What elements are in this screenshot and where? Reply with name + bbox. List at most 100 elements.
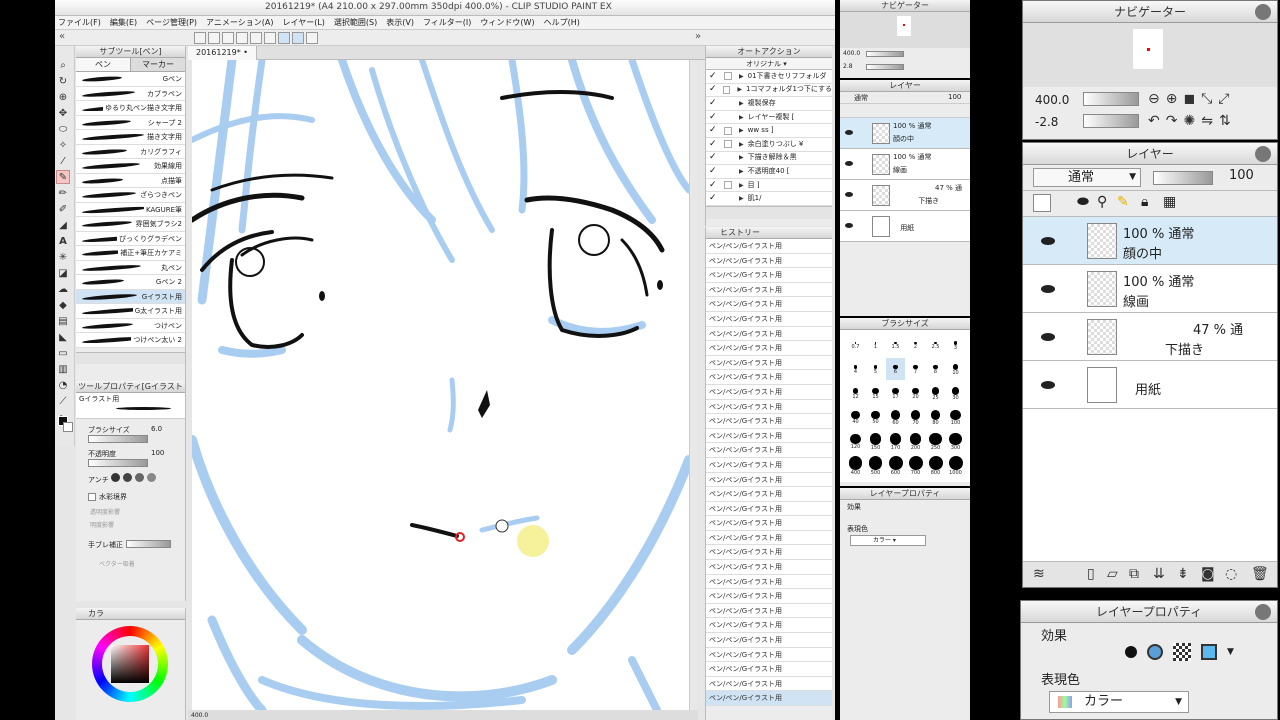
redo-icon[interactable]: [208, 32, 220, 44]
visibility-eye-icon[interactable]: [845, 222, 853, 228]
clear-layer-icon[interactable]: ◌: [1225, 566, 1237, 582]
brush-item[interactable]: 効果線用: [76, 159, 185, 174]
brush-size-cell[interactable]: 30: [946, 382, 965, 404]
check-icon[interactable]: ✓: [709, 85, 717, 94]
color-square[interactable]: [111, 645, 149, 683]
tab-marker[interactable]: マーカー: [131, 58, 185, 71]
layer-row[interactable]: 100 % 通常 線画: [840, 149, 970, 180]
dialog-toggle-icon[interactable]: [724, 140, 732, 149]
menu-item[interactable]: 選択範囲(S): [334, 18, 377, 27]
ruler-tool-icon[interactable]: ▥: [56, 362, 70, 376]
history-item[interactable]: ペン/ペン/Gイラスト用: [706, 691, 832, 706]
visibility-eye-icon[interactable]: [1041, 381, 1055, 389]
visibility-eye-icon[interactable]: [1041, 285, 1055, 293]
history-item[interactable]: ペン/ペン/Gイラスト用: [706, 355, 832, 371]
brush-item[interactable]: Gイラスト用: [76, 289, 185, 304]
history-item[interactable]: ペン/ペン/Gイラスト用: [706, 589, 832, 604]
brush-size-cell[interactable]: 70: [906, 406, 925, 428]
check-icon[interactable]: ✓: [709, 180, 718, 190]
history-item[interactable]: ペン/ペン/Gイラスト用: [706, 370, 832, 385]
layer-color-icon[interactable]: [1033, 194, 1051, 212]
history-item[interactable]: ペン/ペン/Gイラスト用: [706, 399, 832, 415]
canvas-tab[interactable]: 20161219* •: [188, 46, 257, 60]
menu-item[interactable]: アニメーション(A): [206, 18, 273, 27]
history-item[interactable]: ペン/ペン/Gイラスト用: [706, 282, 832, 298]
expand-icon[interactable]: ▶: [739, 111, 744, 124]
auto-action-item[interactable]: ✓ ▶ 下描き解除＆黒: [706, 151, 832, 166]
brush-item[interactable]: つけペン: [76, 318, 185, 333]
collapse-left-icon[interactable]: «: [59, 31, 65, 42]
brush-item[interactable]: ぴっくりグラデペン: [76, 231, 185, 246]
layer-row[interactable]: 100 % 通常 顔の中: [1023, 217, 1277, 265]
perspective-snap-icon[interactable]: [306, 32, 318, 44]
layer-name[interactable]: 用紙: [1135, 379, 1161, 398]
menu-item[interactable]: 表示(V): [386, 18, 414, 27]
brush-size-slider[interactable]: [88, 435, 148, 443]
check-icon[interactable]: ✓: [709, 112, 718, 122]
brush-size-cell[interactable]: 80: [926, 406, 945, 428]
brush-size-cell[interactable]: 1: [866, 334, 885, 356]
history-item[interactable]: ペン/ペン/Gイラスト用: [706, 472, 832, 488]
flip-h-icon[interactable]: ⇋: [1201, 113, 1213, 129]
layer-color-effect-icon[interactable]: [1201, 644, 1217, 660]
history-item[interactable]: ペン/ペン/Gイラスト用: [706, 326, 832, 342]
move-tool-icon[interactable]: ✥: [56, 106, 70, 120]
zoom-tool-icon[interactable]: ⌕: [56, 58, 70, 72]
nav-small-angle-slider[interactable]: [866, 64, 904, 70]
opacity-value[interactable]: 100: [151, 449, 164, 457]
canvas-vscrollbar[interactable]: [689, 60, 697, 710]
brush-size-cell[interactable]: 15: [866, 382, 885, 404]
tone-effect-icon[interactable]: [1147, 644, 1163, 660]
ruler-snap-icon[interactable]: [292, 32, 304, 44]
menu-item[interactable]: ウィンドウ(W): [480, 18, 534, 27]
sub-color-swatch[interactable]: [63, 422, 73, 432]
transform-icon[interactable]: [250, 32, 262, 44]
decoration-tool-icon[interactable]: ✳: [56, 250, 70, 264]
lock-alpha-icon[interactable]: ▦: [1163, 194, 1176, 210]
history-item[interactable]: ペン/ペン/Gイラスト用: [706, 574, 832, 590]
stabilization-slider[interactable]: [126, 540, 171, 548]
brush-size-cell[interactable]: 2: [906, 334, 925, 356]
brush-size-cell[interactable]: 800: [926, 454, 945, 476]
auto-action-item[interactable]: ✓ ▶ レイヤー複製 [: [706, 110, 832, 125]
brush-size-cell[interactable]: 60: [886, 406, 905, 428]
brush-size-cell[interactable]: 2.5: [926, 334, 945, 356]
brush-item[interactable]: 雰囲気ブラシ2: [76, 217, 185, 232]
menu-item[interactable]: 編集(E): [110, 18, 137, 27]
history-item[interactable]: ペン/ペン/Gイラスト用: [706, 487, 832, 502]
layer-row[interactable]: 47 % 通下描き: [840, 180, 970, 211]
brush-size-cell[interactable]: 17: [886, 382, 905, 404]
brush-size-cell[interactable]: 150: [866, 430, 885, 452]
fill-icon[interactable]: [236, 32, 248, 44]
expand-icon[interactable]: ▶: [739, 70, 744, 83]
nav-big-angle[interactable]: -2.8: [1035, 115, 1058, 129]
check-icon[interactable]: ✓: [709, 194, 718, 203]
undo-icon[interactable]: [194, 32, 206, 44]
dialog-toggle-icon[interactable]: [724, 181, 732, 190]
expand-icon[interactable]: ▶: [739, 152, 744, 165]
brush-item[interactable]: 描き文字用: [76, 130, 185, 145]
magnify-tool-icon[interactable]: ⊕: [56, 90, 70, 104]
visibility-eye-icon[interactable]: [845, 191, 853, 197]
auto-action-item[interactable]: ✓ ▶ 1コマフォルダ1つ下にする: [706, 83, 832, 98]
blend-tool-icon[interactable]: ☁: [56, 282, 70, 296]
select-tool-icon[interactable]: ⬭: [56, 122, 70, 136]
dialog-toggle-icon[interactable]: [724, 72, 732, 81]
layer-name[interactable]: 下描き: [1165, 339, 1204, 358]
history-item[interactable]: ペン/ペン/Gイラスト用: [706, 414, 832, 429]
opacity-slider[interactable]: [88, 459, 148, 467]
brush-item[interactable]: つけペン太い 2: [76, 333, 185, 348]
zoom-in-icon[interactable]: ⊕: [1166, 91, 1178, 107]
brush-item[interactable]: カブラペン: [76, 86, 185, 101]
gradient-tool-icon[interactable]: ▤: [56, 314, 70, 328]
expand-icon[interactable]: ▶: [739, 124, 744, 137]
check-icon[interactable]: ✓: [709, 126, 718, 135]
pencil-tool-icon[interactable]: ✏: [56, 186, 70, 200]
brush-size-cell[interactable]: 7: [906, 358, 925, 380]
brush-size-cell[interactable]: 12: [846, 382, 865, 404]
brush-size-cell[interactable]: 10: [946, 358, 965, 380]
layer-name[interactable]: 線画: [893, 165, 907, 175]
menu-item[interactable]: ヘルプ(H): [544, 18, 580, 27]
collapse-right-icon[interactable]: »: [695, 31, 701, 42]
brush-size-cell[interactable]: 400: [846, 454, 865, 476]
